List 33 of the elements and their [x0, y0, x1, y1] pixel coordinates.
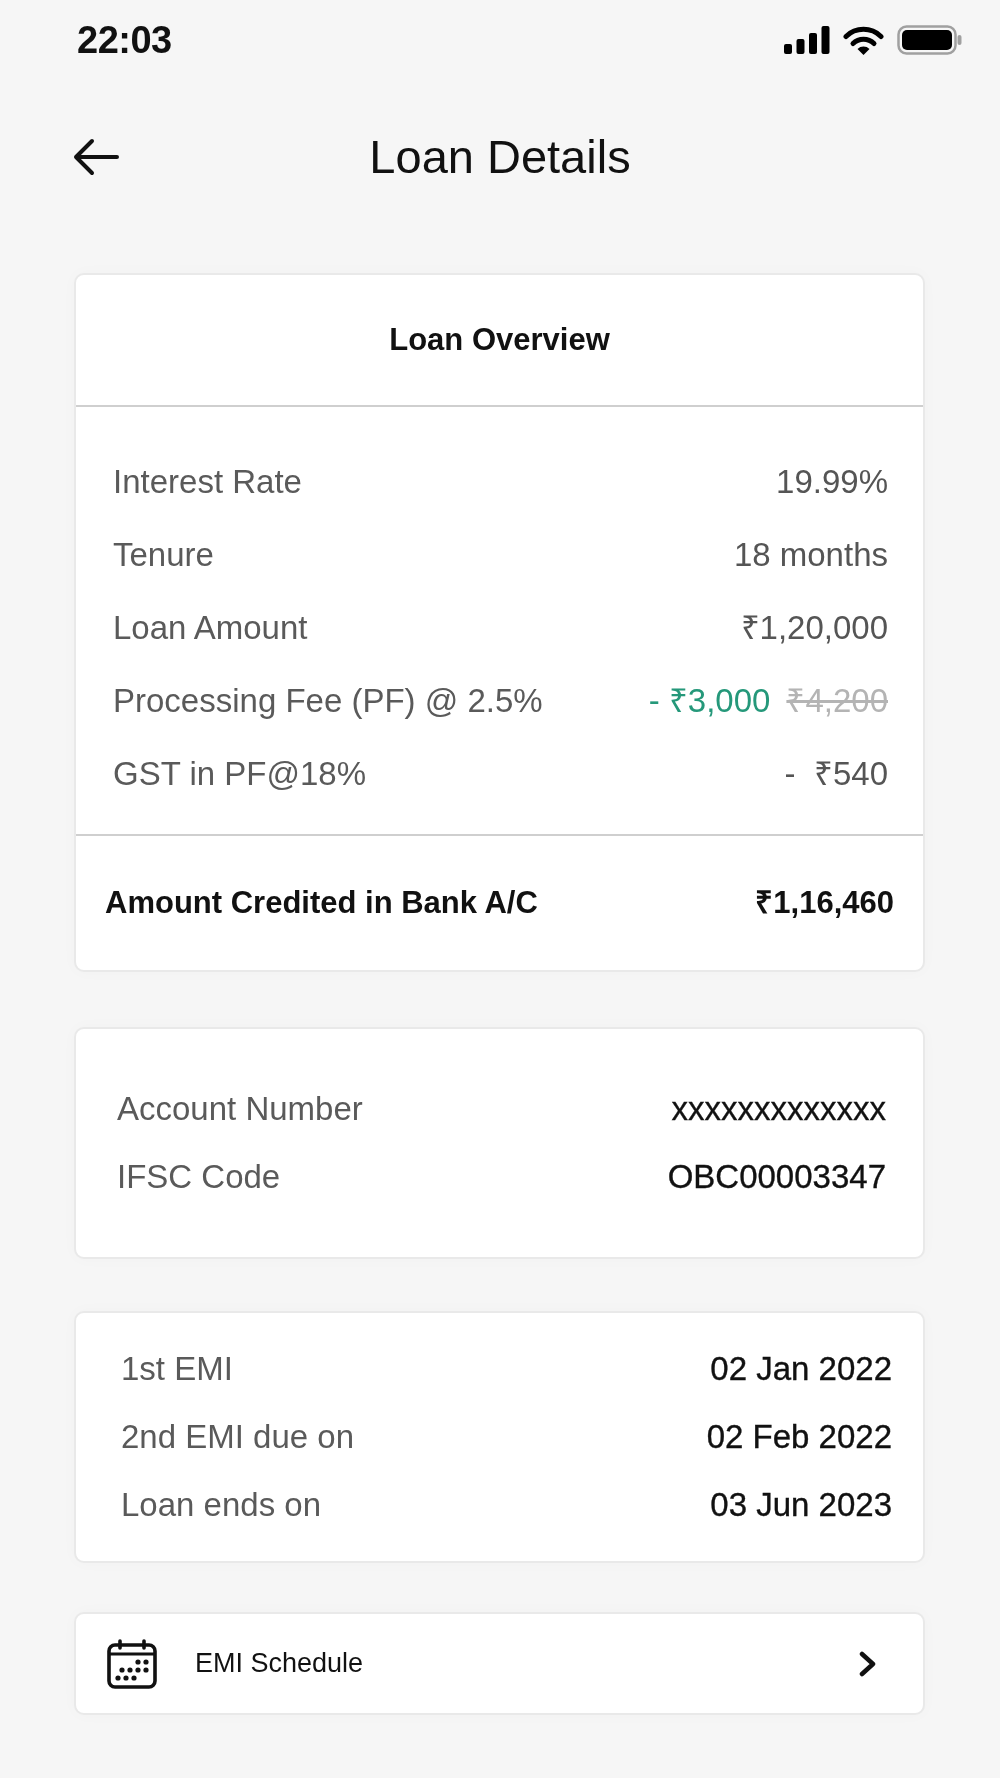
- row-label: Processing Fee (PF) @ 2.5%: [113, 681, 543, 720]
- row-value: 03 Jun 2023: [710, 1486, 892, 1524]
- row-label: Account Number: [117, 1090, 363, 1128]
- row-value: - ₹540: [784, 754, 888, 793]
- row-value: 02 Feb 2022: [706, 1418, 892, 1456]
- page-title: Loan Details: [369, 131, 631, 183]
- overview-title: Loan Overview: [389, 322, 610, 358]
- row-value: 18 months: [733, 535, 888, 574]
- row-label: 1st EMI: [121, 1350, 233, 1388]
- row-label: GST in PF@18%: [113, 754, 366, 793]
- discounted-value: - ₹3,000: [648, 681, 771, 720]
- row-label: Interest Rate: [113, 462, 302, 501]
- wifi-icon: [843, 25, 884, 55]
- chevron-right-icon: [859, 1650, 877, 1677]
- original-value: ₹4,200: [786, 681, 888, 720]
- emi-schedule-button[interactable]: EMI Schedule: [74, 1612, 925, 1715]
- row-value: ₹1,20,000: [740, 608, 888, 647]
- row-label: Tenure: [113, 535, 214, 574]
- row-label: IFSC Code: [117, 1158, 281, 1196]
- calendar-icon: [107, 1638, 157, 1689]
- total-value: ₹1,16,460: [755, 885, 894, 921]
- row-label: 2nd EMI due on: [121, 1418, 354, 1456]
- row-label: Loan ends on: [121, 1486, 321, 1524]
- row-value: xxxxxxxxxxxxx: [671, 1090, 886, 1128]
- row-label: Loan Amount: [113, 608, 308, 647]
- row-value: 02 Jan 2022: [710, 1350, 892, 1388]
- row-value: OBC00003347: [667, 1158, 886, 1196]
- total-label: Amount Credited in Bank A/C: [105, 885, 538, 921]
- row-value: 19.99%: [776, 462, 888, 501]
- signal-icon: [784, 26, 830, 54]
- back-arrow-icon[interactable]: [73, 138, 119, 176]
- battery-icon: [897, 25, 962, 55]
- status-time: 22:03: [77, 21, 172, 59]
